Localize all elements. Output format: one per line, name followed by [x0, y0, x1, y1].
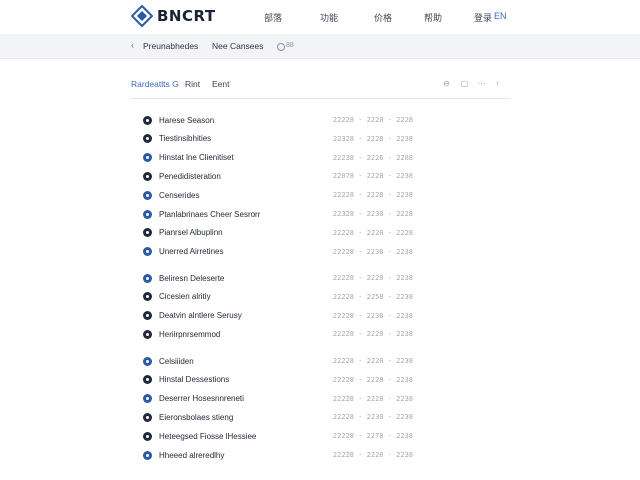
item-date: 22228 - 2230 - 2238	[332, 413, 413, 422]
item-date: 22228 - 2220 - 2238	[332, 357, 413, 365]
item-date: 22228 - 2230 - 2238	[332, 247, 413, 256]
item-label[interactable]: Censerides	[159, 191, 316, 200]
list-item[interactable]: Hheeed alreredlhy 22228 - 2220 - 2238	[143, 447, 413, 463]
list-item[interactable]: Hinstat lne Clienitiset 22238 - 2226 - 22…	[143, 150, 413, 166]
item-status-icon	[143, 228, 152, 238]
item-label[interactable]: Celsiiiden	[159, 357, 316, 366]
item-label[interactable]: Heteegsed Fiosse lHessiee	[159, 432, 316, 441]
item-label[interactable]: Unerred Airretines	[159, 247, 316, 256]
item-status-icon	[143, 329, 152, 339]
list-item[interactable]: Pianrsel Albuplinn 22228 - 2220 - 2228	[143, 225, 413, 241]
list-item[interactable]: Deatvin alntlere Serusy 22228 - 2230 - 22…	[143, 308, 413, 324]
item-status-icon	[143, 412, 152, 422]
item-label[interactable]: Hinstat lne Clienitiset	[159, 153, 316, 162]
list-item[interactable]: Beliresn Deleserte 22228 - 2220 - 2238	[143, 270, 413, 286]
item-list: Harese Season 22228 - 2220 - 2228 Tiestins…	[0, 0, 640, 480]
item-date: 22228 - 2230 - 2238	[332, 311, 413, 320]
item-status-icon	[143, 171, 152, 181]
item-date: 22228 - 2258 - 2238	[332, 292, 413, 301]
item-label[interactable]: Harese Season	[159, 116, 316, 125]
item-date: 22328 - 2228 - 2238	[332, 134, 413, 143]
item-date: 22228 - 2228 - 2238	[332, 394, 413, 403]
item-date: 22078 - 2228 - 2238	[332, 172, 413, 181]
list-item[interactable]: Eieronsbolaes stieng 22228 - 2230 - 2238	[143, 409, 413, 425]
item-label[interactable]: Hinstal Dessestions	[159, 375, 316, 384]
item-status-icon	[143, 115, 152, 125]
item-date: 22228 - 2220 - 2228	[332, 116, 413, 124]
item-status-icon	[143, 450, 152, 460]
list-item[interactable]: Heriirpnrsemmod 22228 - 2220 - 2238	[143, 326, 413, 342]
item-date: 22228 - 2220 - 2238	[332, 274, 413, 282]
list-item[interactable]: Censerides 22228 - 2228 - 2238	[143, 187, 413, 203]
item-label[interactable]: Cicesien alritiy	[159, 292, 316, 301]
item-status-icon	[143, 190, 152, 200]
item-date: 22228 - 2220 - 2238	[332, 451, 413, 459]
item-label[interactable]: Heriirpnrsemmod	[159, 330, 316, 339]
item-label[interactable]: Beliresn Deleserte	[159, 274, 316, 283]
item-status-icon	[143, 356, 152, 366]
list-item[interactable]: Hinstal Dessestions 22228 - 2228 - 2238	[143, 372, 413, 388]
item-label[interactable]: Pianrsel Albuplinn	[159, 228, 316, 237]
item-status-icon	[143, 431, 152, 441]
list-item[interactable]: Harese Season 22228 - 2220 - 2228	[143, 112, 413, 128]
item-status-icon	[143, 134, 152, 144]
item-status-icon	[143, 209, 152, 219]
list-item[interactable]: Unerred Airretines 22228 - 2230 - 2238	[143, 244, 413, 260]
item-label[interactable]: Deserrer Hosesnnreneti	[159, 394, 316, 403]
item-date: 22238 - 2226 - 2288	[332, 153, 413, 162]
item-label[interactable]: Eieronsbolaes stieng	[159, 413, 316, 422]
item-date: 22228 - 2228 - 2238	[332, 375, 413, 384]
item-date: 22328 - 2230 - 2228	[332, 210, 413, 218]
item-status-icon	[143, 273, 152, 283]
item-status-icon	[143, 292, 152, 302]
item-status-icon	[143, 375, 152, 385]
list-item[interactable]: Heteegsed Fiosse lHessiee 22228 - 2278 - …	[143, 428, 413, 444]
list-item[interactable]: Deserrer Hosesnnreneti 22228 - 2228 - 223…	[143, 391, 413, 407]
item-status-icon	[143, 153, 152, 163]
item-date: 22228 - 2228 - 2238	[332, 191, 413, 200]
list-item[interactable]: Celsiiiden 22228 - 2220 - 2238	[143, 353, 413, 369]
item-label[interactable]: Penedidisteration	[159, 172, 316, 181]
item-date: 22228 - 2220 - 2228	[332, 228, 413, 237]
item-label[interactable]: Ptanlabrinaes Cheer Sesrorr	[159, 210, 316, 219]
list-item[interactable]: Ptanlabrinaes Cheer Sesrorr 22328 - 2230 …	[143, 206, 413, 222]
list-item[interactable]: Penedidisteration 22078 - 2228 - 2238	[143, 168, 413, 184]
list-item[interactable]: Cicesien alritiy 22228 - 2258 - 2238	[143, 289, 413, 305]
item-date: 22228 - 2278 - 2238	[332, 432, 413, 441]
item-status-icon	[143, 394, 152, 404]
list-item[interactable]: Tiestinsibhities 22328 - 2228 - 2238	[143, 131, 413, 147]
item-status-icon	[143, 247, 152, 257]
item-status-icon	[143, 311, 152, 321]
item-label[interactable]: Deatvin alntlere Serusy	[159, 311, 316, 320]
item-date: 22228 - 2220 - 2238	[332, 330, 413, 339]
item-label[interactable]: Hheeed alreredlhy	[159, 451, 316, 460]
item-label[interactable]: Tiestinsibhities	[159, 134, 316, 143]
